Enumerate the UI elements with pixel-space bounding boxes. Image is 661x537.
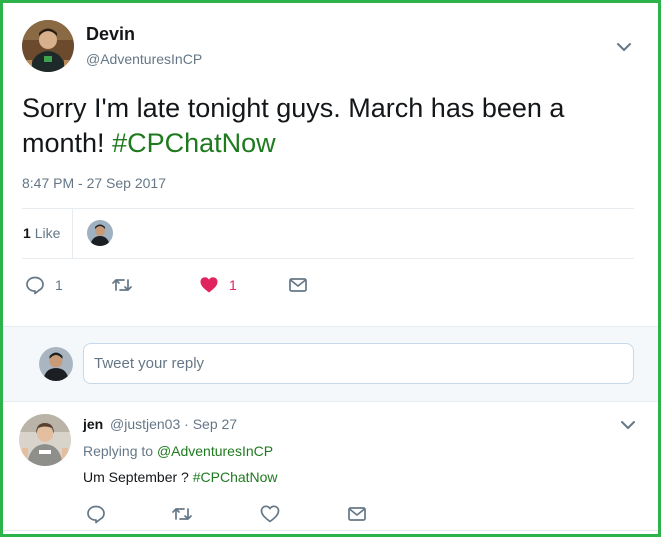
- divider: [22, 258, 634, 259]
- like-button[interactable]: 1: [199, 275, 237, 295]
- replying-to-mention[interactable]: @AdventuresInCP: [157, 443, 273, 459]
- reply-placeholder: Tweet your reply: [94, 355, 205, 372]
- likes-label: Like: [34, 225, 61, 241]
- tweet-card: Devin @AdventuresInCP Sorry I'm late ton…: [0, 0, 661, 537]
- reply-icon: [25, 275, 45, 295]
- reply-input[interactable]: Tweet your reply: [83, 343, 634, 384]
- heart-icon: [199, 275, 219, 295]
- replying-to-label: Replying to: [83, 443, 154, 459]
- liker-avatar[interactable]: [87, 220, 113, 246]
- reply-reply-button[interactable]: [86, 504, 106, 529]
- stats-separator: [72, 209, 73, 258]
- reply-icon: [86, 505, 106, 528]
- reply-dm-button[interactable]: [347, 504, 367, 529]
- likes-stat[interactable]: 1 Like: [23, 225, 60, 241]
- chevron-down-icon[interactable]: [620, 419, 636, 431]
- reply-retweet-button[interactable]: [171, 504, 193, 529]
- author-handle[interactable]: @AdventuresInCP: [86, 51, 202, 67]
- chevron-down-icon[interactable]: [616, 41, 632, 53]
- retweet-icon: [171, 508, 193, 528]
- likes-count: 1: [23, 225, 31, 241]
- heart-icon: [260, 505, 280, 528]
- tweet-body: Sorry I'm late tonight guys. March has b…: [22, 93, 565, 158]
- direct-message-button[interactable]: [288, 275, 308, 295]
- tweet-timestamp[interactable]: 8:47 PM - 27 Sep 2017: [22, 175, 166, 191]
- author-name[interactable]: Devin: [86, 24, 135, 45]
- like-count: 1: [229, 277, 237, 293]
- envelope-icon: [288, 275, 308, 295]
- divider: [3, 530, 658, 531]
- tweet-text: Sorry I'm late tonight guys. March has b…: [22, 91, 642, 161]
- reply-like-button[interactable]: [260, 504, 280, 529]
- envelope-icon: [347, 507, 367, 528]
- tweet-hashtag[interactable]: #CPChatNow: [112, 128, 276, 158]
- reply-text: Um September ? #CPChatNow: [83, 469, 278, 485]
- reply-author-name[interactable]: jen: [83, 416, 103, 432]
- retweet-icon: [111, 275, 133, 295]
- replying-to: Replying to @AdventuresInCP: [83, 443, 273, 459]
- reply-body: Um September ?: [83, 469, 189, 485]
- retweet-button[interactable]: [111, 275, 133, 295]
- reply-hashtag[interactable]: #CPChatNow: [193, 469, 278, 485]
- reply-button[interactable]: 1: [25, 275, 63, 295]
- current-user-avatar: [39, 347, 73, 381]
- author-avatar[interactable]: [22, 20, 74, 72]
- reply-author-meta[interactable]: @justjen03 · Sep 27: [110, 416, 237, 432]
- divider: [22, 208, 634, 209]
- reply-author-avatar[interactable]: [19, 414, 71, 466]
- reply-count: 1: [55, 277, 63, 293]
